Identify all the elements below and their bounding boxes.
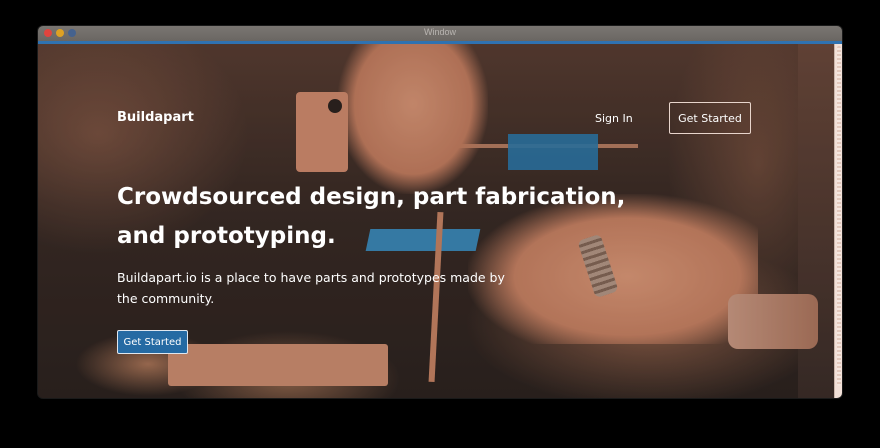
hero-get-started-button[interactable]: Get Started	[117, 330, 188, 354]
hero-headline: Crowdsourced design, part fabrication, a…	[117, 184, 626, 249]
nav-get-started-button[interactable]: Get Started	[669, 102, 751, 134]
brand-logo[interactable]: Buildapart	[117, 110, 194, 125]
sign-in-link[interactable]: Sign In	[595, 112, 633, 125]
scrollbar-thumb[interactable]	[837, 46, 841, 386]
hero-section: Buildapart Sign In Get Started Crowdsour…	[38, 44, 834, 398]
window-title: Window	[423, 27, 456, 37]
app-window: Window Buildapart Sign In Get Started Cr…	[38, 26, 842, 398]
vertical-scrollbar[interactable]	[834, 44, 842, 398]
title-bar: Window	[38, 26, 842, 42]
hero-subtext: Buildapart.io is a place to have parts a…	[117, 270, 505, 306]
